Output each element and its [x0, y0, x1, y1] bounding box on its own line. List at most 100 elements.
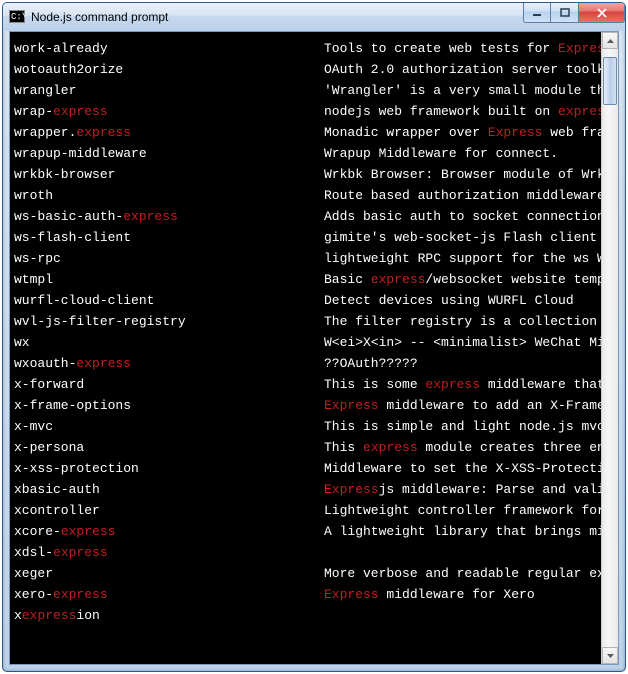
- list-item: x-forwardThis is some express middleware…: [14, 374, 601, 395]
- package-desc: Middleware to set the X-XSS-Protection: [324, 458, 601, 479]
- package-desc: Route based authorization middleware fo: [324, 185, 601, 206]
- list-item: xbasic-authExpressjs middleware: Parse a…: [14, 479, 601, 500]
- package-desc: 'Wrangler' is a very small module that: [324, 80, 601, 101]
- chevron-up-icon: [607, 39, 614, 43]
- list-item: ws-rpclightweight RPC support for the ws…: [14, 248, 601, 269]
- list-item: xdsl-express: [14, 542, 601, 563]
- list-item: x-frame-optionsExpress middleware to add…: [14, 395, 601, 416]
- package-desc: Expressjs middleware: Parse and validat: [324, 479, 601, 500]
- package-desc: A lightweight library that brings middl: [324, 521, 601, 542]
- package-name: xexpression: [14, 605, 324, 626]
- scroll-up-button[interactable]: [602, 32, 618, 49]
- close-button[interactable]: [579, 3, 625, 23]
- package-desc: Detect devices using WURFL Cloud: [324, 290, 601, 311]
- list-item: wrothRoute based authorization middlewar…: [14, 185, 601, 206]
- package-desc: [324, 605, 601, 626]
- package-name: x-forward: [14, 374, 324, 395]
- scroll-track[interactable]: [602, 49, 618, 647]
- package-name: xcontroller: [14, 500, 324, 521]
- package-desc: Express middleware for Xero: [324, 584, 601, 605]
- scroll-thumb[interactable]: [603, 57, 617, 105]
- list-item: x-personaThis express module creates thr…: [14, 437, 601, 458]
- list-item: x-mvcThis is simple and light node.js mv…: [14, 416, 601, 437]
- package-name: wrkbk-browser: [14, 164, 324, 185]
- list-item: wurfl-cloud-clientDetect devices using W…: [14, 290, 601, 311]
- package-desc: nodejs web framework built on express: [324, 101, 601, 122]
- package-desc: This is some express middleware that cr: [324, 374, 601, 395]
- package-desc: This express module creates three endpo: [324, 437, 601, 458]
- minimize-icon: [532, 8, 542, 18]
- scroll-down-button[interactable]: [602, 647, 618, 664]
- package-name: xcore-express: [14, 521, 324, 542]
- package-name: wroth: [14, 185, 324, 206]
- package-desc: [324, 542, 601, 563]
- package-name: wtmpl: [14, 269, 324, 290]
- package-name: xeger: [14, 563, 324, 584]
- window: C:\ Node.js command prompt: [2, 2, 626, 672]
- package-name: x-frame-options: [14, 395, 324, 416]
- maximize-button[interactable]: [551, 3, 579, 23]
- package-desc: Tools to create web tests for Express a: [324, 38, 601, 59]
- screenshot-frame: C:\ Node.js command prompt: [0, 0, 628, 674]
- client-area: work-alreadyTools to create web tests fo…: [9, 31, 619, 665]
- list-item: xexpression: [14, 605, 601, 626]
- package-desc: This is simple and light node.js mvc st: [324, 416, 601, 437]
- package-desc: Express middleware to add an X-Frame-Op: [324, 395, 601, 416]
- package-name: xdsl-express: [14, 542, 324, 563]
- list-item: wrangler'Wrangler' is a very small modul…: [14, 80, 601, 101]
- list-item: ws-flash-clientgimite's web-socket-js Fl…: [14, 227, 601, 248]
- list-item: ws-basic-auth-expressAdds basic auth to …: [14, 206, 601, 227]
- package-name: x-mvc: [14, 416, 324, 437]
- list-item: wtmplBasic express/websocket website tem…: [14, 269, 601, 290]
- package-name: ws-basic-auth-express: [14, 206, 324, 227]
- list-item: wvl-js-filter-registryThe filter registr…: [14, 311, 601, 332]
- package-name: work-already: [14, 38, 324, 59]
- package-desc: Adds basic auth to socket connections i: [324, 206, 601, 227]
- package-name: wvl-js-filter-registry: [14, 311, 324, 332]
- package-desc: Basic express/websocket website templat: [324, 269, 601, 290]
- svg-text:C:\: C:\: [11, 12, 25, 22]
- list-item: wxW<ei>X<in> -- <minimalist> WeChat Midd…: [14, 332, 601, 353]
- package-name: x-xss-protection: [14, 458, 324, 479]
- package-name: wrangler: [14, 80, 324, 101]
- package-desc: gimite's web-socket-js Flash client shi: [324, 227, 601, 248]
- list-item: xcore-expressA lightweight library that …: [14, 521, 601, 542]
- list-item: wxoauth-express??OAuth?????: [14, 353, 601, 374]
- package-desc: Monadic wrapper over Express web framew: [324, 122, 601, 143]
- list-item: wrkbk-browserWrkbk Browser: Browser modu…: [14, 164, 601, 185]
- list-item: xegerMore verbose and readable regular e…: [14, 563, 601, 584]
- window-controls: [523, 3, 625, 23]
- package-desc: ??OAuth?????: [324, 353, 601, 374]
- list-item: xero-expressExpress middleware for Xero: [14, 584, 601, 605]
- package-name: wrap-express: [14, 101, 324, 122]
- package-name: wxoauth-express: [14, 353, 324, 374]
- titlebar[interactable]: C:\ Node.js command prompt: [3, 3, 625, 31]
- package-desc: The filter registry is a collection wra: [324, 311, 601, 332]
- package-name: wrapper.express: [14, 122, 324, 143]
- list-item: work-alreadyTools to create web tests fo…: [14, 38, 601, 59]
- window-title: Node.js command prompt: [31, 10, 168, 24]
- package-desc: W<ei>X<in> -- <minimalist> WeChat Middl: [324, 332, 601, 353]
- minimize-button[interactable]: [523, 3, 551, 23]
- list-item: wrapper.expressMonadic wrapper over Expr…: [14, 122, 601, 143]
- package-name: wotoauth2orize: [14, 59, 324, 80]
- package-name: ws-rpc: [14, 248, 324, 269]
- package-name: wx: [14, 332, 324, 353]
- vertical-scrollbar[interactable]: [601, 32, 618, 664]
- package-desc: Wrapup Middleware for connect.: [324, 143, 601, 164]
- package-name: x-persona: [14, 437, 324, 458]
- package-desc: lightweight RPC support for the ws WebS: [324, 248, 601, 269]
- terminal-output[interactable]: work-alreadyTools to create web tests fo…: [10, 32, 601, 664]
- package-desc: Lightweight controller framework for ex: [324, 500, 601, 521]
- list-item: wrapup-middlewareWrapup Middleware for c…: [14, 143, 601, 164]
- package-desc: More verbose and readable regular expre: [324, 563, 601, 584]
- maximize-icon: [560, 8, 570, 18]
- package-desc: OAuth 2.0 authorization server toolkit: [324, 59, 601, 80]
- package-name: wrapup-middleware: [14, 143, 324, 164]
- package-name: xbasic-auth: [14, 479, 324, 500]
- list-item: wrap-expressnodejs web framework built o…: [14, 101, 601, 122]
- package-name: ws-flash-client: [14, 227, 324, 248]
- list-item: wotoauth2orizeOAuth 2.0 authorization se…: [14, 59, 601, 80]
- package-name: xero-express: [14, 584, 324, 605]
- cmd-icon: C:\: [9, 9, 25, 25]
